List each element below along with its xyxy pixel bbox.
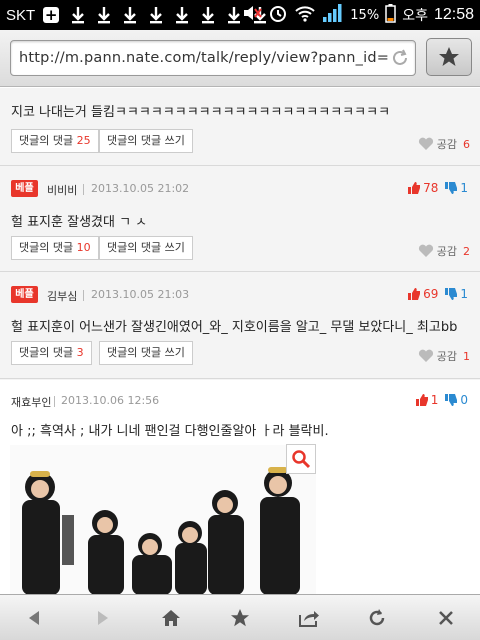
battery-label: 15% [350, 7, 380, 23]
home-icon [162, 609, 181, 626]
browser-toolbar: http://m.pann.nate.com/talk/reply/view?p… [0, 30, 480, 87]
downvote-button[interactable]: 0 [444, 393, 468, 407]
url-field[interactable]: http://m.pann.nate.com/talk/reply/view?p… [10, 40, 416, 76]
mute-icon [242, 4, 263, 26]
status-bar: SKT + 15% 오후 12:58 [0, 0, 480, 30]
close-icon [438, 610, 453, 625]
home-button[interactable] [151, 598, 191, 638]
upvote-button[interactable]: 78 [407, 181, 438, 195]
thumbs-down-icon [445, 288, 458, 300]
replies-button[interactable]: 댓글의 댓글 10 [11, 236, 99, 260]
comment-author[interactable]: 재효부인 [11, 394, 51, 410]
write-reply-button[interactable]: 댓글의 댓글 쓰기 [99, 129, 193, 153]
carrier-label: SKT [6, 6, 36, 24]
best-badge: 베플 [11, 180, 38, 197]
upvote-button[interactable]: 69 [407, 287, 438, 301]
download-icon [123, 6, 137, 24]
close-button[interactable] [426, 598, 466, 638]
comment-list: 지코 나대는거 들킴ㅋㅋㅋㅋㅋㅋㅋㅋㅋㅋㅋㅋㅋㅋㅋㅋㅋㅋㅋㅋㅋㅋㅋ 댓글의 댓글… [0, 88, 480, 594]
write-reply-button[interactable]: 댓글의 댓글 쓰기 [99, 236, 193, 260]
download-icon [149, 6, 163, 24]
reload-icon[interactable] [391, 49, 409, 71]
star-icon [439, 47, 459, 66]
alarm-icon [268, 3, 288, 27]
thumbs-down-icon [445, 182, 458, 194]
group-photo [10, 445, 316, 594]
thumbs-up-icon [408, 182, 421, 194]
comment-date: 2013.10.06 12:56 [61, 394, 160, 407]
url-text[interactable]: http://m.pann.nate.com/talk/reply/view?p… [19, 50, 389, 66]
comment-date: 2013.10.05 21:03 [91, 288, 190, 301]
forward-icon [97, 610, 108, 625]
replies-button[interactable]: 댓글의 댓글 3 [11, 341, 92, 365]
share-button[interactable] [289, 598, 329, 638]
downvote-button[interactable]: 1 [444, 181, 468, 195]
back-button[interactable] [14, 598, 54, 638]
comment-body: 헐 표지훈 잘생겼대 ㄱ ㅅ [11, 215, 148, 230]
like-button[interactable]: 공감 2 [418, 243, 470, 259]
ampm-label: 오후 [402, 8, 428, 24]
like-button[interactable]: 공감 6 [418, 136, 470, 152]
comment-body: 아 ;; 흑역사 ; 내가 니네 팬인걸 다행인줄알아 ㅏ라 블락비. [11, 424, 329, 439]
comment-date: 2013.10.05 21:02 [91, 182, 190, 195]
forward-button[interactable] [83, 598, 123, 638]
plus-icon: + [43, 6, 60, 24]
write-reply-button[interactable]: 댓글의 댓글 쓰기 [99, 341, 193, 365]
share-icon [298, 610, 319, 627]
heart-icon [418, 244, 433, 257]
thumbs-up-icon [415, 394, 428, 406]
comment-body: 헐 표지훈이 어느샌가 잘생긴애였어_와_ 지호이름을 알고_ 무댈 보았다니_… [11, 320, 458, 335]
signal-icon [322, 3, 344, 27]
download-icon [71, 6, 85, 24]
vote-buttons: 1 0 [415, 393, 468, 407]
browser-nav-bar [0, 594, 480, 640]
back-icon [29, 610, 40, 625]
download-icon [201, 6, 215, 24]
download-icon [227, 6, 241, 24]
search-icon [292, 450, 311, 469]
heart-icon [418, 137, 433, 150]
downvote-button[interactable]: 1 [444, 287, 468, 301]
star-icon [230, 608, 249, 626]
comment-body: 지코 나대는거 들킴ㅋㅋㅋㅋㅋㅋㅋㅋㅋㅋㅋㅋㅋㅋㅋㅋㅋㅋㅋㅋㅋㅋㅋ [11, 105, 391, 120]
comment-item: 베플 김부심 2013.10.05 21:03 69 1 헐 표지훈이 어느샌가… [0, 273, 480, 379]
replies-button[interactable]: 댓글의 댓글 25 [11, 129, 99, 153]
bookmarks-button[interactable] [220, 598, 260, 638]
like-button[interactable]: 공감 1 [418, 348, 470, 364]
vote-buttons: 69 1 [407, 287, 468, 301]
thumbs-down-icon [445, 394, 458, 406]
bookmark-button[interactable] [426, 38, 472, 76]
comment-item: 지코 나대는거 들킴ㅋㅋㅋㅋㅋㅋㅋㅋㅋㅋㅋㅋㅋㅋㅋㅋㅋㅋㅋㅋㅋㅋㅋ 댓글의 댓글… [0, 88, 480, 166]
vote-buttons: 78 1 [407, 181, 468, 195]
clock-time: 12:58 [433, 6, 474, 23]
wifi-icon [294, 4, 316, 26]
download-icon [175, 6, 189, 24]
heart-icon [418, 349, 433, 362]
comment-author[interactable]: 김부심 [47, 288, 77, 304]
upvote-button[interactable]: 1 [415, 393, 438, 407]
comment-author[interactable]: 비비비 [47, 182, 77, 198]
attached-photo[interactable] [10, 445, 316, 594]
zoom-button[interactable] [286, 444, 316, 474]
battery-icon [385, 3, 396, 27]
download-icon [97, 6, 111, 24]
reload-icon [369, 608, 385, 625]
best-badge: 베플 [11, 286, 38, 303]
thumbs-up-icon [408, 288, 421, 300]
reload-button[interactable] [357, 598, 397, 638]
comment-item: 베플 비비비 2013.10.05 21:02 78 1 헐 표지훈 잘생겼대 … [0, 167, 480, 272]
